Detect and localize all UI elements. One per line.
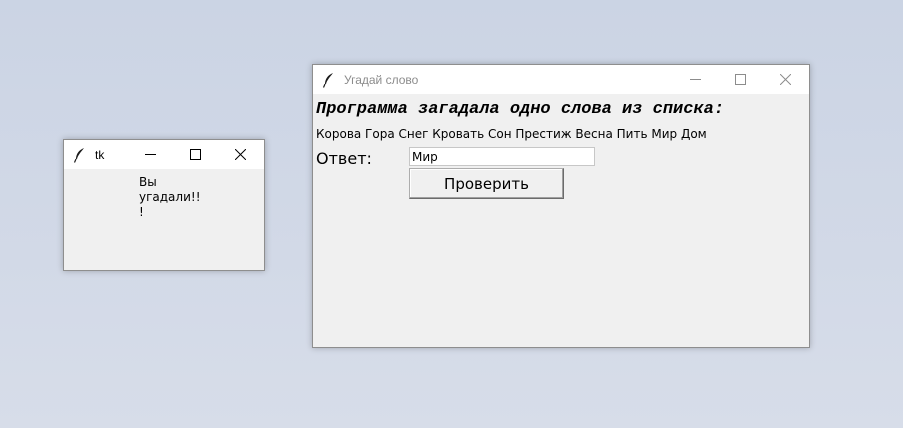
feather-icon	[322, 72, 333, 88]
minimize-button[interactable]	[128, 140, 173, 169]
result-message-line: !	[139, 205, 144, 219]
tk-window-content: Вы угадали!! !	[64, 170, 264, 270]
tk-window-title: tk	[95, 147, 105, 162]
result-message-line: угадали!!	[139, 190, 201, 204]
maximize-button[interactable]	[173, 140, 218, 169]
maximize-button[interactable]	[718, 65, 763, 94]
maximize-icon	[190, 149, 201, 160]
close-button[interactable]	[218, 140, 263, 169]
guess-word-content: Программа загадала одно слова из списка:…	[313, 95, 809, 347]
answer-input[interactable]	[409, 147, 595, 166]
minimize-icon	[690, 79, 701, 80]
word-list: Корова Гора Снег Кровать Сон Престиж Вес…	[316, 127, 707, 141]
program-heading: Программа загадала одно слова из списка:	[316, 100, 725, 119]
result-message: Вы угадали!! !	[139, 175, 201, 220]
close-button[interactable]	[763, 65, 808, 94]
close-icon	[235, 149, 246, 160]
tk-window: tk Вы угадали!! !	[63, 139, 265, 271]
feather-icon	[73, 147, 84, 163]
maximize-icon	[735, 74, 746, 85]
tk-window-titlebar[interactable]: tk	[64, 140, 264, 169]
guess-word-titlebar[interactable]: Угадай слово	[313, 65, 809, 94]
answer-label: Ответ:	[316, 149, 372, 168]
check-button[interactable]: Проверить	[409, 168, 564, 199]
minimize-button[interactable]	[673, 65, 718, 94]
close-icon	[780, 74, 791, 85]
guess-word-title: Угадай слово	[344, 72, 419, 87]
minimize-icon	[145, 154, 156, 155]
guess-word-window: Угадай слово Программа загадала одно сло…	[312, 64, 810, 348]
result-message-line: Вы	[139, 175, 157, 189]
